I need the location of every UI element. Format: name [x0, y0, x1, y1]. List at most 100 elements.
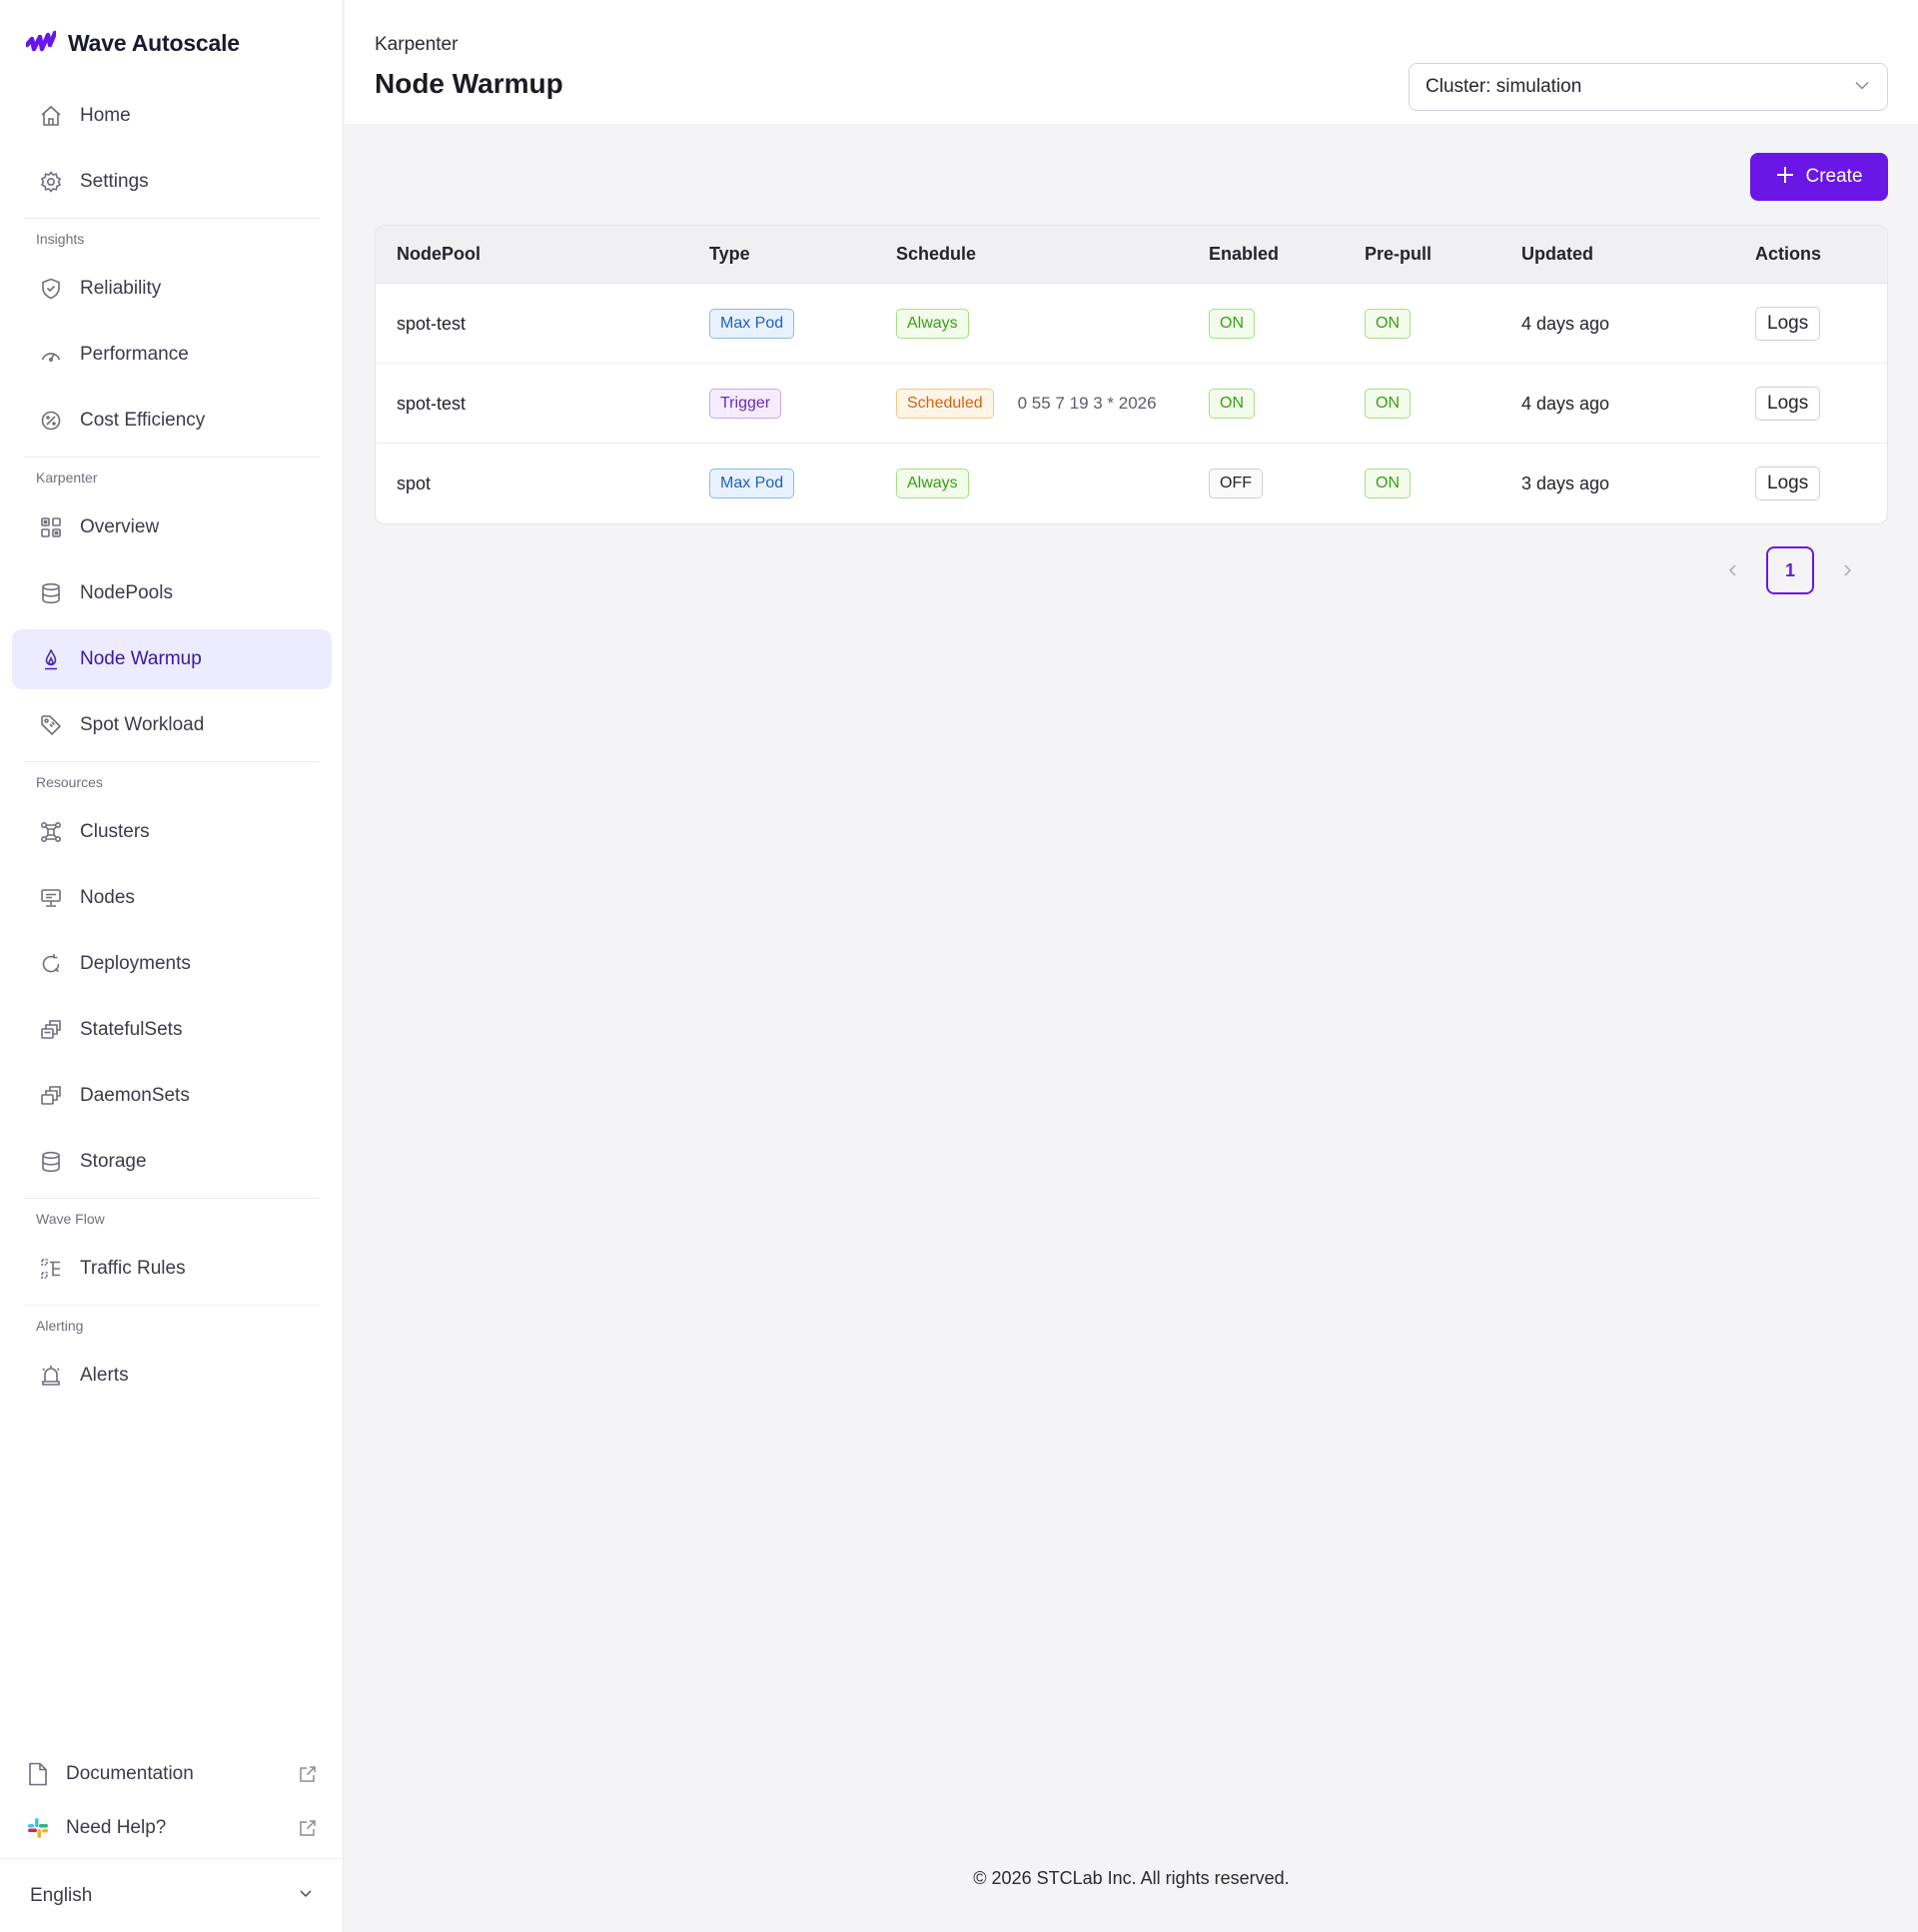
- flame-icon: [38, 646, 64, 672]
- sidebar-item-label: Traffic Rules: [80, 1258, 186, 1279]
- column-header-type: Type: [709, 244, 750, 264]
- enabled-badge: OFF: [1209, 469, 1263, 498]
- column-header-actions: Actions: [1755, 244, 1822, 264]
- sidebar-item-nodes[interactable]: Nodes: [12, 868, 332, 928]
- sidebar-item-clusters[interactable]: Clusters: [12, 802, 332, 862]
- enabled-badge: ON: [1209, 309, 1255, 339]
- sidebar-item-traffic-rules[interactable]: Traffic Rules: [12, 1239, 332, 1299]
- sidebar-item-home[interactable]: Home: [12, 86, 332, 146]
- sidebar-nav: Home Settings Insights Reliability Perfo…: [12, 86, 332, 1412]
- page-title: Node Warmup: [375, 68, 563, 99]
- sidebar-item-daemonsets[interactable]: DaemonSets: [12, 1066, 332, 1126]
- gauge-icon: [38, 342, 64, 368]
- sidebar-item-label: Cost Efficiency: [80, 410, 206, 431]
- home-icon: [38, 103, 64, 129]
- logs-button[interactable]: Logs: [1755, 307, 1821, 341]
- document-icon: [26, 1762, 50, 1786]
- sidebar-item-overview[interactable]: Overview: [12, 497, 332, 557]
- shield-icon: [38, 276, 64, 302]
- sidebar-item-label: Performance: [80, 344, 189, 365]
- column-header-prepull: Pre-pull: [1365, 244, 1433, 264]
- sidebar-item-label: Nodes: [80, 887, 135, 908]
- documentation-link[interactable]: Documentation: [0, 1747, 344, 1801]
- create-button[interactable]: Create: [1750, 153, 1888, 201]
- external-link-icon: [298, 1818, 318, 1838]
- external-link-icon: [298, 1764, 318, 1784]
- cron-expression: 0 55 7 19 3 * 2026: [1017, 394, 1157, 413]
- brand[interactable]: Wave Autoscale: [24, 26, 240, 60]
- next-page-button[interactable]: [1832, 555, 1862, 585]
- column-header-schedule: Schedule: [896, 244, 977, 264]
- sidebar-item-cost-efficiency[interactable]: Cost Efficiency: [12, 391, 332, 451]
- section-title-alerting: Alerting: [36, 1318, 84, 1334]
- schedule-badge: Always: [896, 309, 969, 339]
- wave-logo-icon: [24, 29, 58, 57]
- section-title-insights: Insights: [36, 231, 85, 247]
- cluster-select[interactable]: Cluster: simulation: [1409, 63, 1888, 111]
- column-header-nodepool: NodePool: [397, 244, 480, 264]
- pagination: 1: [1718, 546, 1862, 594]
- section-title-resources: Resources: [36, 774, 103, 790]
- prepull-badge: ON: [1365, 389, 1411, 419]
- language-label: English: [30, 1884, 93, 1906]
- brand-name: Wave Autoscale: [68, 29, 240, 56]
- need-help-link[interactable]: Need Help?: [0, 1801, 344, 1855]
- sidebar-item-nodepools[interactable]: NodePools: [12, 563, 332, 623]
- flow-icon: [38, 1256, 64, 1282]
- sidebar-item-label: Home: [80, 105, 131, 126]
- sidebar-item-storage[interactable]: Storage: [12, 1132, 332, 1192]
- prev-page-button[interactable]: [1718, 555, 1748, 585]
- logs-button[interactable]: Logs: [1755, 467, 1821, 500]
- prepull-badge: ON: [1365, 309, 1411, 339]
- page-number-button[interactable]: 1: [1766, 546, 1814, 594]
- logs-button[interactable]: Logs: [1755, 387, 1821, 421]
- sidebar-item-label: DaemonSets: [80, 1085, 190, 1106]
- language-select[interactable]: English: [0, 1858, 344, 1932]
- sidebar-item-performance[interactable]: Performance: [12, 325, 332, 385]
- page-header: Karpenter Node Warmup Cluster: simulatio…: [345, 0, 1918, 124]
- sidebar-item-label: Node Warmup: [80, 648, 202, 669]
- database-icon: [38, 1149, 64, 1175]
- sidebar-item-spot-workload[interactable]: Spot Workload: [12, 695, 332, 755]
- sidebar-item-node-warmup[interactable]: Node Warmup: [12, 629, 332, 689]
- sidebar-item-reliability[interactable]: Reliability: [12, 259, 332, 319]
- cluster-icon: [38, 819, 64, 845]
- siren-icon: [38, 1363, 64, 1389]
- updated-cell: 3 days ago: [1521, 473, 1610, 493]
- sidebar-item-deployments[interactable]: Deployments: [12, 934, 332, 994]
- section-title-wave-flow: Wave Flow: [36, 1211, 105, 1227]
- stack-icon: [38, 1017, 64, 1043]
- table-row: spot-test Max Pod Always ON ON 4 days ag…: [376, 284, 1887, 364]
- grid-icon: [38, 514, 64, 540]
- sidebar-item-label: Reliability: [80, 278, 162, 299]
- sidebar-item-statefulsets[interactable]: StatefulSets: [12, 1000, 332, 1060]
- footer-copyright: © 2026 STCLab Inc. All rights reserved.: [973, 1868, 1290, 1888]
- stack-icon: [38, 1083, 64, 1109]
- sidebar-item-settings[interactable]: Settings: [12, 152, 332, 212]
- column-header-updated: Updated: [1521, 244, 1593, 264]
- nodepool-cell: spot-test: [397, 393, 467, 414]
- sidebar-item-alerts[interactable]: Alerts: [12, 1346, 332, 1406]
- enabled-badge: ON: [1209, 389, 1255, 419]
- chevron-right-icon: [1844, 564, 1852, 576]
- plus-icon: [1775, 165, 1795, 190]
- cluster-select-value: Cluster: simulation: [1426, 76, 1582, 97]
- sidebar-item-label: Alerts: [80, 1365, 129, 1386]
- sidebar-item-label: StatefulSets: [80, 1019, 183, 1040]
- type-badge: Trigger: [709, 389, 782, 419]
- refresh-icon: [38, 951, 64, 977]
- create-button-label: Create: [1805, 166, 1863, 187]
- table-row: spot-test Trigger Scheduled 0 55 7 19 3 …: [376, 364, 1887, 444]
- updated-cell: 4 days ago: [1521, 313, 1610, 334]
- database-icon: [38, 580, 64, 606]
- chevron-left-icon: [1728, 564, 1736, 576]
- need-help-label: Need Help?: [66, 1817, 167, 1838]
- sidebar-item-label: Spot Workload: [80, 714, 205, 735]
- breadcrumb[interactable]: Karpenter: [375, 34, 458, 56]
- sidebar: Wave Autoscale Home Settings Insights Re…: [0, 0, 344, 1932]
- schedule-badge: Scheduled: [896, 389, 994, 419]
- nodepool-cell: spot: [397, 473, 432, 493]
- sidebar-footer-links: Documentation Need Help?: [0, 1747, 344, 1855]
- sidebar-item-label: Overview: [80, 516, 160, 537]
- tag-icon: [38, 712, 64, 738]
